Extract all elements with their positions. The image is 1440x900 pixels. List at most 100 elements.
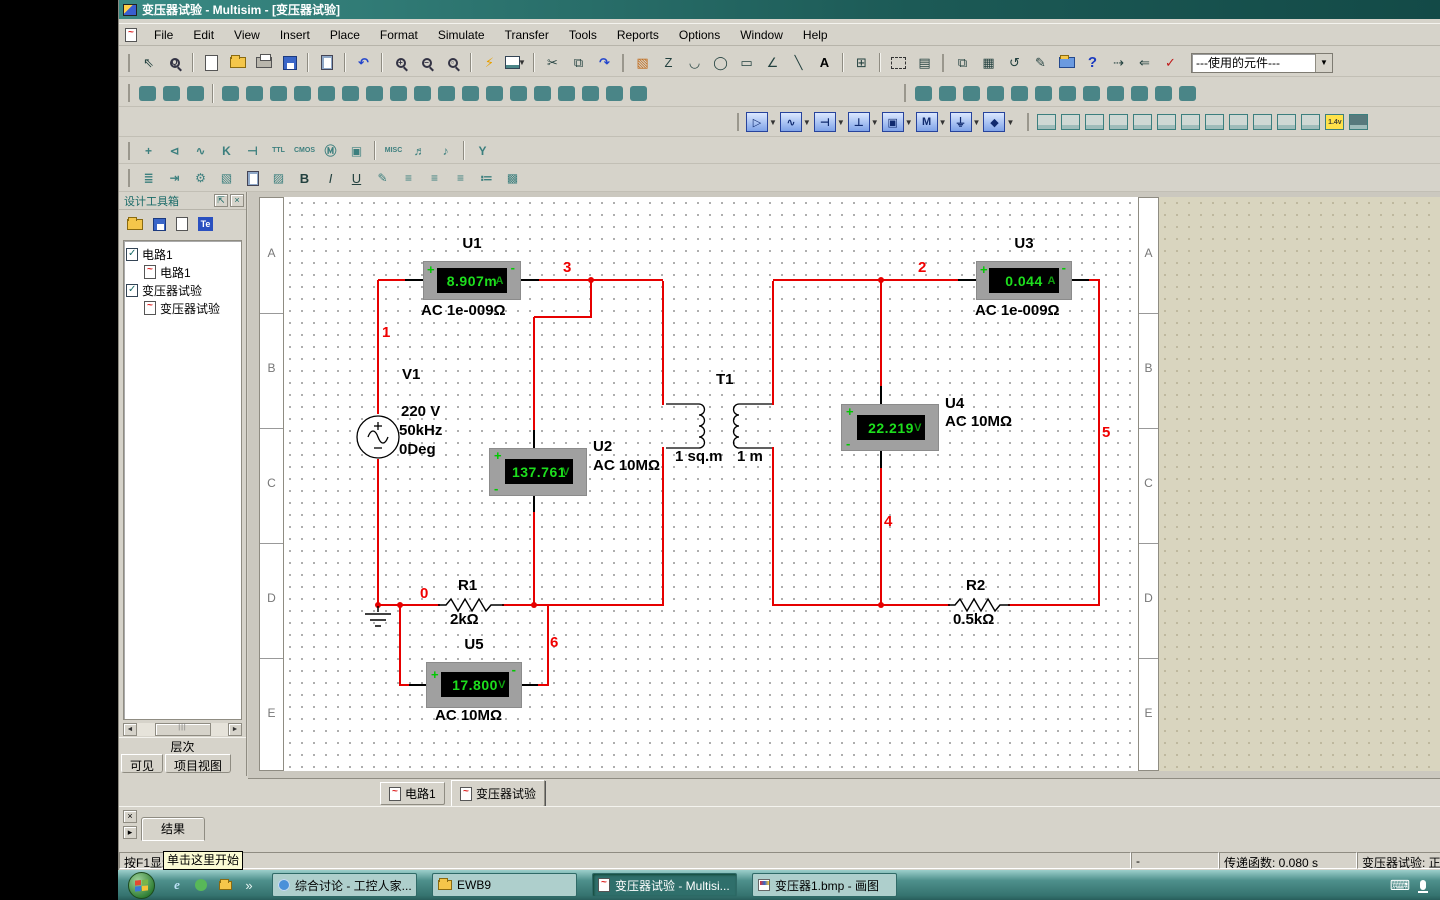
tree-item-transformer-test[interactable]: 变压器试验 — [126, 281, 239, 299]
palette-icon[interactable]: ▧ — [631, 52, 654, 73]
virtual-toolbar-icon[interactable] — [987, 86, 1004, 101]
pen-icon[interactable]: ✎ — [371, 168, 394, 189]
chevron-icon[interactable]: » — [241, 877, 257, 893]
instrument-icon[interactable] — [1085, 114, 1104, 130]
tab-transformer-test[interactable]: 变压器试验 — [451, 780, 545, 807]
misc-digital-icon[interactable]: ♪ — [434, 140, 457, 161]
virtual-toolbar-icon[interactable] — [1011, 86, 1028, 101]
component-toolbar-icon[interactable] — [438, 86, 455, 101]
taskbar-button-forum[interactable]: 综合讨论 - 工控人家... — [272, 873, 417, 897]
virtual-toolbar-icon[interactable] — [1155, 86, 1172, 101]
measurement-family-button[interactable]: ▣ — [882, 112, 904, 132]
start-button[interactable] — [128, 872, 155, 899]
tab-project-view[interactable]: 项目视图 — [165, 754, 231, 773]
redo-icon[interactable]: ↷ — [593, 52, 616, 73]
menu-view[interactable]: View — [225, 25, 269, 45]
picture2-icon[interactable]: ▨ — [267, 168, 290, 189]
print-icon[interactable] — [252, 52, 275, 73]
open-folder-icon[interactable] — [226, 52, 249, 73]
component-toolbar-icon[interactable] — [294, 86, 311, 101]
ie-icon[interactable]: e — [169, 877, 185, 893]
ellipse-icon[interactable]: ◯ — [709, 52, 732, 73]
instrument-icon[interactable] — [1253, 114, 1272, 130]
tree-item-transformer-test-sheet[interactable]: 变压器试验 — [126, 299, 239, 317]
quicklaunch-folder-icon[interactable] — [217, 877, 233, 893]
gears-icon[interactable]: ⚙ — [189, 168, 212, 189]
text-icon[interactable]: A — [813, 52, 836, 73]
rf-icon[interactable]: Y — [471, 140, 494, 161]
component-toolbar-icon[interactable] — [270, 86, 287, 101]
tab-visible[interactable]: 可见 — [121, 754, 163, 773]
menu-format[interactable]: Format — [371, 25, 427, 45]
component-toolbar-icon[interactable] — [510, 86, 527, 101]
group-icon[interactable]: ⊞ — [850, 52, 873, 73]
paragraph-icon[interactable]: ≣ — [137, 168, 160, 189]
analog-family-button[interactable]: ▷ — [746, 112, 768, 132]
ground-symbol[interactable] — [363, 605, 393, 631]
component-toolbar-icon[interactable] — [462, 86, 479, 101]
motor-icon[interactable]: Ⓜ — [319, 140, 342, 161]
instrument-icon[interactable] — [1157, 114, 1176, 130]
database-icon[interactable]: ↺ — [1003, 52, 1026, 73]
new-sheet-icon[interactable] — [176, 217, 188, 231]
menu-edit[interactable]: Edit — [184, 25, 223, 45]
edit-symbol-icon[interactable]: ✎ — [1029, 52, 1052, 73]
source-icon[interactable]: + — [137, 140, 160, 161]
tree-item-circuit1[interactable]: 电路1 — [126, 245, 239, 263]
virtual-toolbar-icon[interactable] — [1131, 86, 1148, 101]
project-checkbox-icon[interactable] — [126, 284, 138, 297]
virtual-toolbar-icon[interactable] — [915, 86, 932, 101]
diode2-icon[interactable]: ⊣ — [241, 140, 264, 161]
component-toolbar-icon[interactable] — [414, 86, 431, 101]
component-toolbar-icon[interactable] — [163, 86, 180, 101]
cursor-icon[interactable]: ⇖ — [137, 52, 160, 73]
component-toolbar-icon[interactable] — [582, 86, 599, 101]
messenger-icon[interactable] — [193, 877, 209, 893]
menu-transfer[interactable]: Transfer — [496, 25, 558, 45]
arc-icon[interactable]: ◡ — [683, 52, 706, 73]
description-box-icon[interactable]: ▤ — [913, 52, 936, 73]
virtual-toolbar-icon[interactable] — [1179, 86, 1196, 101]
picture-icon[interactable]: ▧ — [215, 168, 238, 189]
design-toolbox-titlebar[interactable]: 设计工具箱 ⇱ × — [119, 192, 246, 210]
rectangle-icon[interactable]: ▭ — [735, 52, 758, 73]
help-icon[interactable]: ? — [1081, 52, 1104, 73]
project-checkbox-icon[interactable] — [126, 248, 138, 261]
multimeter-u1[interactable]: + - 8.907m A — [423, 261, 521, 300]
save-icon[interactable] — [278, 52, 301, 73]
instrument-icon[interactable] — [1349, 114, 1368, 130]
component-toolbar-icon[interactable] — [534, 86, 551, 101]
save-project-icon[interactable] — [153, 218, 166, 231]
battery-icon[interactable]: 1.4v — [1325, 114, 1344, 130]
cmos-icon[interactable]: CMOS — [293, 140, 316, 161]
taskbar-button-paint[interactable]: 变压器1.bmp - 画图 — [752, 873, 897, 897]
select-rect-icon[interactable] — [887, 52, 910, 73]
align-center-icon[interactable]: ≡ — [423, 168, 446, 189]
component-toolbar-icon[interactable] — [187, 86, 204, 101]
toolbox-hscrollbar[interactable]: ◄ ||| ► — [123, 722, 242, 737]
instrument-icon[interactable] — [1277, 114, 1296, 130]
component-toolbar-icon[interactable] — [318, 86, 335, 101]
erc-check-icon[interactable]: ✓ — [1159, 52, 1182, 73]
instrument-icon[interactable] — [1301, 114, 1320, 130]
polygon-icon[interactable]: Z — [657, 52, 680, 73]
multimeter-u5[interactable]: + - 17.800 V — [426, 662, 522, 708]
dropdown-arrow-icon[interactable]: ▼ — [1315, 54, 1332, 72]
virtual-toolbar-icon[interactable] — [963, 86, 980, 101]
zoom-area-icon[interactable]: ▫ — [441, 52, 464, 73]
menu-help[interactable]: Help — [794, 25, 837, 45]
menu-tools[interactable]: Tools — [560, 25, 606, 45]
diode-icon[interactable]: ⊲ — [163, 140, 186, 161]
multimeter-u2[interactable]: + - 137.761 V — [489, 448, 587, 496]
menu-file[interactable]: File — [145, 25, 182, 45]
multimeter-u4[interactable]: + - 22.219 V — [841, 404, 939, 451]
polyline-icon[interactable]: ∠ — [761, 52, 784, 73]
undo-icon[interactable]: ↶ — [352, 52, 375, 73]
bold-icon[interactable]: B — [293, 168, 316, 189]
tab-circuit1[interactable]: 电路1 — [380, 782, 445, 805]
pin-button[interactable]: ⇱ — [214, 194, 228, 207]
audio-icon[interactable]: ♬ — [408, 140, 431, 161]
expand-results-icon[interactable]: ▸ — [123, 826, 137, 839]
grapher-icon[interactable]: ▼ — [504, 52, 527, 73]
open-samples-icon[interactable] — [1055, 52, 1078, 73]
